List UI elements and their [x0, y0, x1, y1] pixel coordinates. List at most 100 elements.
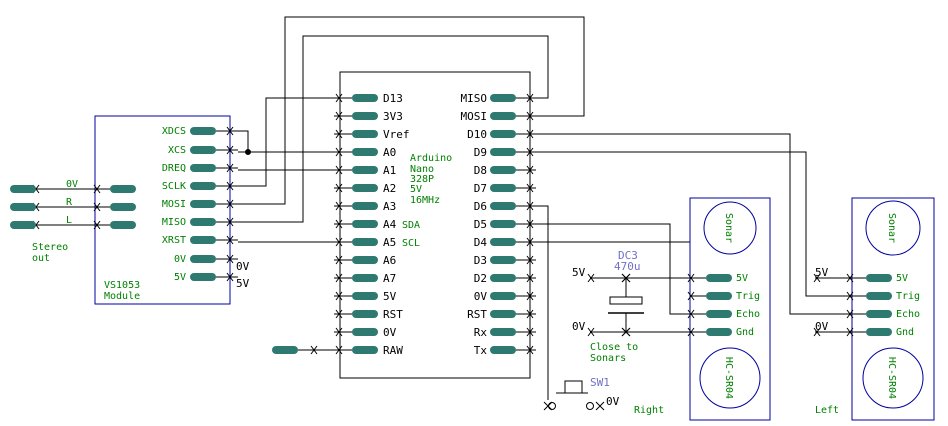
sonar-right-pin-echo: Echo	[736, 309, 760, 320]
vs1053-pin-miso: MISO	[162, 217, 216, 228]
stereo-pad-l-right	[110, 221, 136, 229]
pin-pad	[190, 127, 216, 135]
arduino-pin-a0: A0	[383, 146, 396, 159]
arduino-pin-a4: A4	[383, 218, 397, 231]
pin-pad	[190, 182, 216, 190]
pin-pad	[190, 164, 216, 172]
switch-sw1: SW1 0V	[543, 376, 620, 411]
sonar-right: Sonar HC-SR04 5V Trig Echo Gnd Right	[634, 197, 771, 421]
arduino-pin-tx: Tx	[474, 344, 488, 357]
capacitor-value: 470u	[614, 260, 641, 273]
pin-pad	[706, 328, 732, 336]
arduino-pin-miso: MISO	[461, 92, 488, 105]
vs1053-pin-xrst: XRST	[162, 235, 216, 246]
pin-pad	[190, 218, 216, 226]
schematic-canvas: VS1053 Module XDCS XCS DREQ SCLK MOSI MI…	[10, 16, 935, 421]
sonar-right-pin-trig: Trig	[736, 291, 760, 302]
pin-pad	[706, 274, 732, 282]
arduino-pin-0v: 0V	[383, 326, 397, 339]
sonar-left-pin-gnd: Gnd	[896, 327, 914, 338]
vs1053-pin-0v: 0V	[174, 254, 216, 265]
vs1053-pin-xcs: XCS	[168, 145, 216, 156]
pin-pad	[190, 146, 216, 154]
arduino-info-line: 5V	[410, 184, 422, 195]
capacitor-dc3: DC3 470u Close to Sonars 5V 0V	[572, 249, 644, 364]
arduino-info-line: 16MHz	[410, 195, 440, 206]
pin-pad	[866, 292, 892, 300]
vs1053-title: VS1053	[104, 280, 140, 291]
pin-pad	[190, 200, 216, 208]
arduino-pin-d5: D5	[474, 218, 487, 231]
rail-5v-left: 5V	[815, 266, 829, 279]
sonar-right-bottom-label: HC-SR04	[723, 357, 734, 399]
arduino-pin-d10: D10	[467, 128, 487, 141]
arduino-pin-rx: Rx	[474, 326, 488, 339]
arduino-pin-a5-scl: SCL	[402, 238, 420, 249]
vs1053-subtitle: Module	[104, 291, 140, 302]
arduino-pin-a6: A6	[383, 254, 396, 267]
switch-ground: 0V	[606, 395, 620, 408]
vs1053-pin-mosi: MOSI	[162, 199, 216, 210]
arduino-info-line: Arduino	[410, 153, 452, 164]
rail-0v-right: 0V	[572, 320, 586, 333]
pin-pad	[866, 328, 892, 336]
stereo-pad-r-right	[110, 203, 136, 211]
pin-pad	[866, 310, 892, 318]
arduino-pin-a7: A7	[383, 272, 396, 285]
stereo-title: Stereo	[32, 242, 68, 253]
arduino-pin-rst-right: RST	[467, 308, 487, 321]
arduino-pin-d2: D2	[474, 272, 487, 285]
capacitor-note: Close to	[590, 342, 638, 353]
pin-pad	[706, 292, 732, 300]
arduino-pin-mosi: MOSI	[461, 110, 488, 123]
pin-pad	[190, 273, 216, 281]
rail-5v-right: 5V	[572, 266, 586, 279]
vs1053-pin-label: 0V	[174, 254, 186, 265]
arduino-pin-vref: Vref	[383, 128, 410, 141]
arduino-right-pins: MISO MOSI D10 D9 D8 D7 D6 D5 D4 D3 D2 0V…	[461, 92, 536, 357]
arduino-pin-5v: 5V	[383, 290, 397, 303]
sonar-left-caption: Left	[815, 405, 839, 416]
stereo-label-r: R	[66, 197, 73, 208]
sonar-left-top-label: Sonar	[886, 213, 897, 243]
switch-name: SW1	[590, 376, 610, 389]
vs1053-pin-label: 5V	[174, 272, 186, 283]
sonar-left-pin-trig: Trig	[896, 291, 920, 302]
switch-contact-right	[586, 402, 594, 410]
stereo-pad-l-left	[10, 221, 36, 229]
pin-pads-left	[352, 94, 378, 354]
capacitor-note-2: Sonars	[590, 353, 626, 364]
sonar-left-pin-5v: 5V	[896, 273, 908, 284]
arduino-pin-d7: D7	[474, 182, 487, 195]
capacitor-plate-top	[609, 296, 643, 305]
vs1053-5v-label: 5V	[236, 277, 250, 290]
arduino-pin-d8: D8	[474, 164, 487, 177]
arduino-pin-0v-right: 0V	[474, 290, 488, 303]
vs1053-pin-5v: 5V	[174, 272, 216, 283]
arduino-pin-a4-sda: SDA	[402, 220, 420, 231]
switch-contact-left	[548, 402, 556, 410]
pin-pad	[866, 274, 892, 282]
arduino-pin-a3: A3	[383, 200, 396, 213]
sonar-right-top-label: Sonar	[723, 213, 734, 243]
sonar-left: Sonar HC-SR04 5V Trig Echo Gnd 5V 0V Lef…	[813, 197, 935, 421]
vs1053-pin-label: XDCS	[162, 126, 186, 137]
arduino-pin-d13: D13	[383, 92, 403, 105]
arduino-pin-rst: RST	[383, 308, 403, 321]
stereo-out: 0V R L Stereo out	[10, 179, 136, 264]
vs1053-pin-label: XCS	[168, 145, 186, 156]
arduino-left-pins: D13 3V3 Vref A0 A1 A2 A3 A4 SDA A5 SCL A…	[334, 92, 420, 357]
vs1053-pin-label: SCLK	[162, 181, 186, 192]
sonar-right-pin-gnd: Gnd	[736, 327, 754, 338]
vs1053-pin-sclk: SCLK	[162, 181, 216, 192]
vs1053-pin-label: MOSI	[162, 199, 186, 210]
vs1053-pin-label: DREQ	[162, 163, 186, 174]
pin-pad	[706, 310, 732, 318]
arduino-pin-a1: A1	[383, 164, 396, 177]
arduino-pin-a5: A5	[383, 236, 396, 249]
arduino-pin-d4: D4	[474, 236, 488, 249]
arduino-pin-d3: D3	[474, 254, 487, 267]
rail-0v-left: 0V	[815, 320, 829, 333]
arduino-pin-3v3: 3V3	[383, 110, 403, 123]
sonar-left-pin-echo: Echo	[896, 309, 920, 320]
